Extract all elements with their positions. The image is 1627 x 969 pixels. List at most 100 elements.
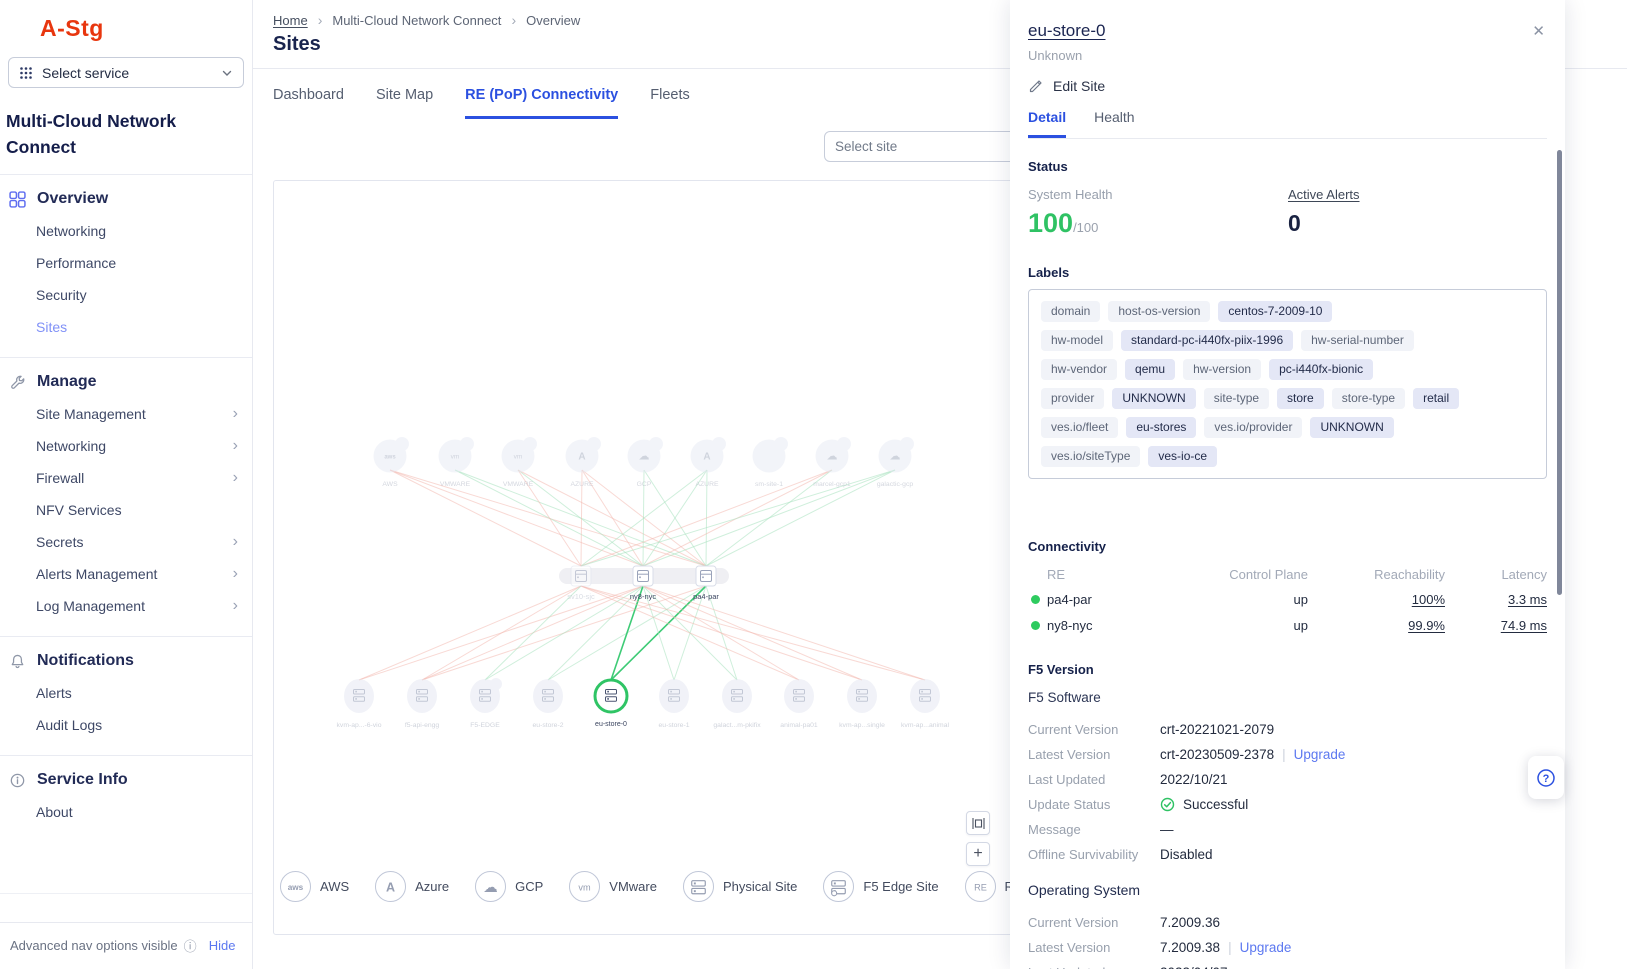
kv-value: 7.2009.38|Upgrade: [1160, 940, 1291, 955]
sidebar-item-alerts[interactable]: Alerts: [0, 677, 252, 709]
close-icon[interactable]: ✕: [1532, 22, 1545, 40]
breadcrumb-separator: ›: [511, 12, 516, 28]
sidebar-section-header-service-info[interactable]: Service Info: [0, 756, 252, 796]
pencil-icon: [1028, 78, 1044, 94]
sidebar-item-security[interactable]: Security: [0, 279, 252, 311]
sidebar-item-networking[interactable]: Networking›: [0, 430, 252, 462]
map-site-node[interactable]: eu-store-0: [595, 680, 627, 728]
operating-system-rows: Current Version7.2009.36Latest Version7.…: [1028, 910, 1547, 969]
breadcrumb-item-home[interactable]: Home: [273, 13, 308, 28]
tab-fleets[interactable]: Fleets: [650, 87, 690, 119]
breadcrumb-separator: ›: [318, 12, 323, 28]
label-tag-key: ves.io/provider: [1204, 417, 1302, 438]
sidebar-section-header-manage[interactable]: Manage: [0, 358, 252, 398]
grid-icon: [9, 191, 26, 208]
label-tag-pair: ves.io/providerUNKNOWN: [1204, 417, 1393, 438]
chevron-down-icon: [221, 67, 233, 79]
map-site-node[interactable]: animal-pa01: [780, 679, 818, 729]
map-re-node[interactable]: ny8-nyc: [630, 566, 657, 601]
panel-scrollbar[interactable]: [1557, 150, 1562, 595]
map-cloud-node[interactable]: ☁galactic-gcp: [877, 437, 914, 488]
map-site-node[interactable]: eu-store-2: [533, 679, 564, 729]
sidebar-item-log-management[interactable]: Log Management›: [0, 590, 252, 622]
map-cloud-node[interactable]: awsAWS: [374, 437, 410, 488]
svg-text:A: A: [386, 880, 395, 894]
latency-link[interactable]: 74.9 ms: [1445, 618, 1547, 633]
sidebar-section-header-overview[interactable]: Overview: [0, 175, 252, 215]
tab-dashboard[interactable]: Dashboard: [273, 87, 344, 119]
sidebar-item-performance[interactable]: Performance: [0, 247, 252, 279]
site-title-link[interactable]: eu-store-0: [1028, 21, 1105, 41]
map-cloud-node[interactable]: AAZURE: [691, 437, 727, 488]
sidebar-item-secrets[interactable]: Secrets›: [0, 526, 252, 558]
sidebar-item-firewall[interactable]: Firewall›: [0, 462, 252, 494]
panel-tab-health[interactable]: Health: [1094, 109, 1134, 138]
map-site-node[interactable]: F5-EDGE: [470, 678, 502, 729]
upgrade-link[interactable]: Upgrade: [1240, 940, 1292, 955]
sidebar-item-sites[interactable]: Sites: [0, 311, 252, 343]
kv-row-update-status: Update StatusSuccessful: [1028, 792, 1547, 817]
map-site-node[interactable]: kvm-ap...single: [839, 679, 885, 729]
map-re-node[interactable]: sv10-sjc: [567, 566, 595, 601]
map-cloud-node[interactable]: vmVMWARE: [502, 437, 538, 488]
map-site-node[interactable]: kvm-ap...-6-vio: [337, 679, 382, 729]
kv-label: Message: [1028, 822, 1160, 837]
sidebar-item-alerts-management[interactable]: Alerts Management›: [0, 558, 252, 590]
zoom-in-icon[interactable]: +: [966, 842, 990, 866]
reachability-link[interactable]: 99.9%: [1308, 618, 1445, 633]
label-tag-pair: hw-versionpc-i440fx-bionic: [1183, 359, 1373, 380]
tab-re-pop-connectivity[interactable]: RE (PoP) Connectivity: [465, 87, 618, 119]
sidebar-item-label: Firewall: [36, 470, 84, 486]
site-select-placeholder: Select site: [835, 139, 897, 154]
kv-value-text: 7.2009.38: [1160, 940, 1220, 955]
map-controls: +: [966, 811, 990, 866]
sidebar-item-audit-logs[interactable]: Audit Logs: [0, 709, 252, 741]
sidebar-item-label: Performance: [36, 255, 116, 271]
reachability-link[interactable]: 100%: [1308, 592, 1445, 607]
aws-icon: aws: [280, 871, 311, 902]
breadcrumb-item-multi-cloud-network-connect[interactable]: Multi-Cloud Network Connect: [332, 13, 501, 28]
status-dot: [1031, 621, 1040, 630]
map-cloud-node[interactable]: ☁marcel-gcp1: [813, 437, 851, 488]
sidebar-section-header-notifications[interactable]: Notifications: [0, 637, 252, 677]
advanced-nav-text: Advanced nav options visible: [10, 938, 178, 953]
map-cloud-node[interactable]: sm-site-1: [753, 437, 789, 488]
chevron-right-icon: ›: [233, 601, 238, 611]
svg-text:eu-store-0: eu-store-0: [595, 721, 627, 728]
service-selector[interactable]: Select service: [8, 57, 244, 88]
latency-link[interactable]: 3.3 ms: [1445, 592, 1547, 607]
edit-site-button[interactable]: Edit Site: [1028, 78, 1118, 94]
sidebar-item-site-management[interactable]: Site Management›: [0, 398, 252, 430]
kv-value: Disabled: [1160, 847, 1213, 862]
legend-label: GCP: [515, 879, 543, 894]
map-cloud-node[interactable]: ☁GCP: [628, 437, 664, 488]
map-site-node[interactable]: kvm-ap...animal: [901, 679, 949, 729]
kv-value: crt-20221021-2079: [1160, 722, 1274, 737]
map-cloud-node[interactable]: vmVMWARE: [439, 437, 475, 488]
map-site-node[interactable]: galact...m-pkifix: [713, 679, 761, 729]
connectivity-header-row: REControl PlaneReachabilityLatency: [1028, 562, 1547, 586]
app-root: A-Stg Select service Multi-Cloud Network…: [0, 0, 1627, 969]
sidebar-item-about[interactable]: About: [0, 796, 252, 828]
hide-nav-link[interactable]: Hide: [209, 938, 236, 953]
kv-label: Last Updated: [1028, 965, 1160, 969]
help-button[interactable]: ?: [1528, 756, 1564, 799]
panel-tab-detail[interactable]: Detail: [1028, 109, 1066, 138]
sidebar-section-label: Manage: [37, 373, 97, 391]
svg-text:kvm-ap...-6-vio: kvm-ap...-6-vio: [337, 722, 382, 729]
sidebar-item-label: Networking: [36, 438, 106, 454]
sidebar-section-notifications: NotificationsAlertsAudit Logs: [0, 637, 252, 741]
map-site-node[interactable]: eu-store-1: [659, 679, 690, 729]
map-re-node[interactable]: pa4-par: [693, 566, 719, 601]
sidebar-item-nfv-services[interactable]: NFV Services: [0, 494, 252, 526]
svg-text:eu-store-2: eu-store-2: [533, 722, 564, 729]
breadcrumb-item-overview[interactable]: Overview: [526, 13, 580, 28]
upgrade-link[interactable]: Upgrade: [1294, 747, 1346, 762]
tab-site-map[interactable]: Site Map: [376, 87, 433, 119]
active-alerts-link[interactable]: Active Alerts: [1288, 187, 1547, 202]
fit-view-icon[interactable]: [966, 811, 990, 835]
sidebar-section-manage: ManageSite Management›Networking›Firewal…: [0, 358, 252, 622]
sidebar-item-networking[interactable]: Networking: [0, 215, 252, 247]
map-site-node[interactable]: f5-api-engg: [405, 679, 440, 729]
re-name: ny8-nyc: [1047, 618, 1093, 633]
